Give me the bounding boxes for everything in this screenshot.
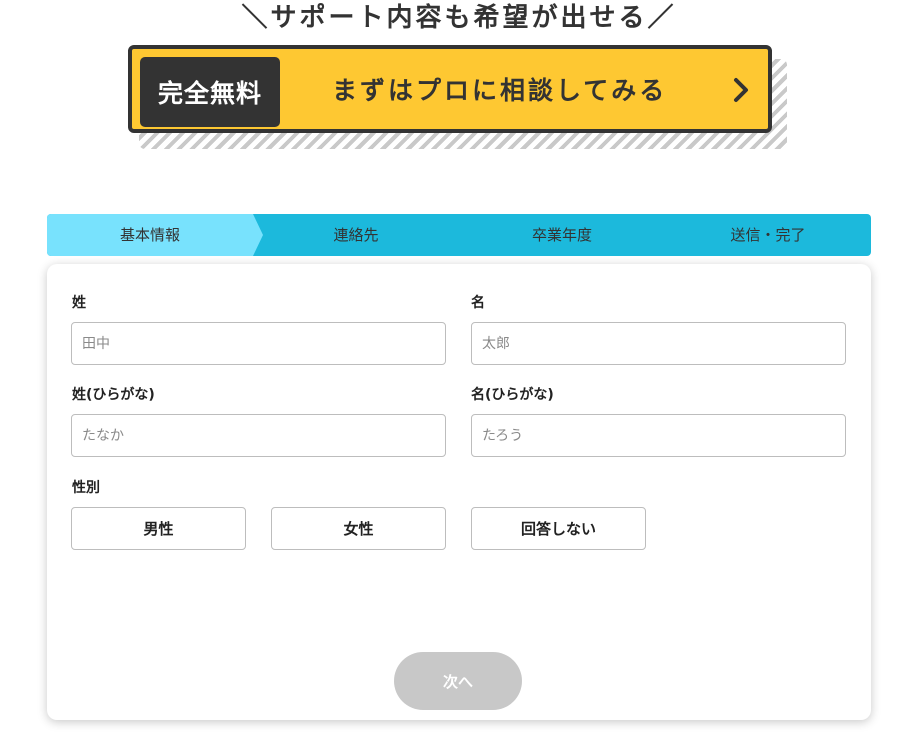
page: ＼サポート内容も希望が出せる／ 完全無料 まずはプロに相談してみる 基本情報 連… [0,0,898,736]
gender-label: 性別 [72,480,100,496]
cta-container: 完全無料 まずはプロに相談してみる [128,45,790,153]
last-name-input[interactable] [71,322,446,365]
first-name-kana-input[interactable] [471,414,846,457]
step-contact: 連絡先 [333,226,379,244]
chevron-right-icon [734,78,748,102]
progress-steps: 基本情報 連絡先 卒業年度 送信・完了 [47,214,871,256]
first-name-label: 名 [471,295,485,311]
gender-female-button[interactable]: 女性 [271,507,446,550]
gender-no-answer-button[interactable]: 回答しない [471,507,646,550]
first-name-kana-label: 名(ひらがな) [471,387,554,403]
last-name-kana-input[interactable] [71,414,446,457]
first-name-input[interactable] [471,322,846,365]
free-badge: 完全無料 [140,57,280,127]
consult-cta-button[interactable]: 完全無料 まずはプロに相談してみる [128,45,772,133]
headline: ＼サポート内容も希望が出せる／ [241,3,677,33]
next-button[interactable]: 次へ [394,652,522,710]
cta-label: まずはプロに相談してみる [332,76,668,105]
step-basic-info: 基本情報 [119,226,180,244]
last-name-label: 姓 [72,295,86,311]
step-graduation-year: 卒業年度 [531,226,592,244]
gender-male-button[interactable]: 男性 [71,507,246,550]
step-submit-complete: 送信・完了 [730,226,806,244]
last-name-kana-label: 姓(ひらがな) [72,387,155,403]
form-card: 姓 名 姓(ひらがな) 名(ひらがな) 性別 男性 女性 回答しない 次へ [47,264,871,720]
